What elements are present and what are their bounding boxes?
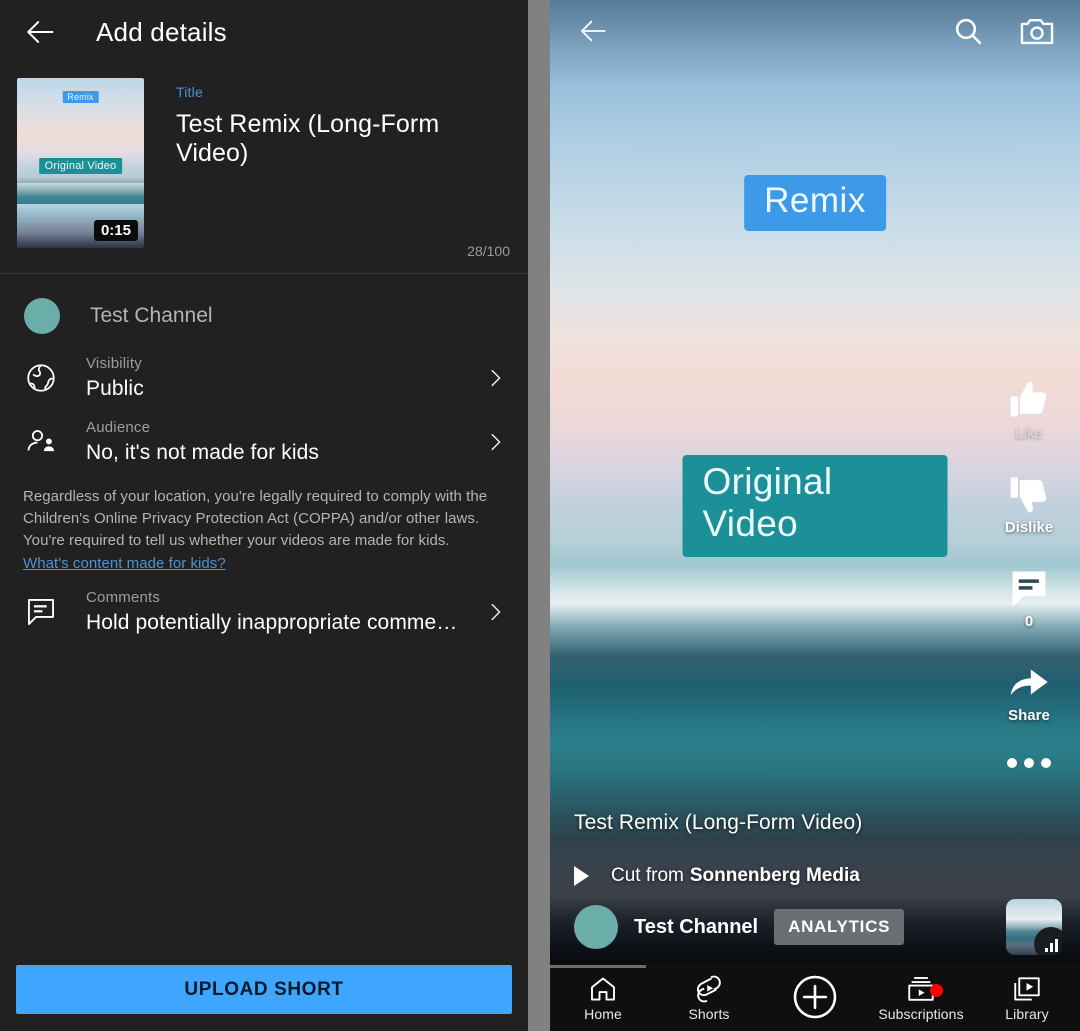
comments-button[interactable]: 0 (1007, 566, 1051, 630)
player-topbar (550, 0, 1080, 62)
video-thumbnail[interactable]: Remix Original Video 0:15 (17, 78, 144, 248)
setting-label: Audience (86, 419, 151, 436)
setting-label: Visibility (86, 355, 142, 372)
more-dots-icon (1007, 758, 1051, 768)
play-icon (574, 866, 589, 886)
chevron-right-icon[interactable] (484, 601, 506, 623)
analytics-bars-icon (1034, 927, 1062, 955)
coppa-disclaimer: Regardless of your location, you're lega… (0, 474, 528, 575)
dislike-label: Dislike (1004, 519, 1054, 536)
setting-text-visibility: Visibility Public (86, 355, 484, 401)
camera-icon[interactable] (1018, 12, 1056, 50)
cut-from-prefix: Cut from (611, 865, 684, 886)
more-options-button[interactable] (1007, 754, 1051, 768)
thumbnail-remix-badge: Remix (62, 91, 99, 103)
bottom-navigation: Home Shorts Subscriptions Library (550, 965, 1080, 1031)
add-details-panel: Add details Remix Original Video 0:15 Ti… (0, 0, 528, 1031)
title-input[interactable]: Test Remix (Long-Form Video) (176, 110, 510, 168)
overlay-remix-badge: Remix (744, 175, 886, 231)
setting-value: Hold potentially inappropriate comme… (86, 611, 458, 634)
nav-item-home[interactable]: Home (550, 974, 656, 1022)
dislike-button[interactable]: Dislike (1005, 472, 1053, 536)
title-section: Remix Original Video 0:15 Title Test Rem… (0, 64, 528, 269)
like-label: Like (1015, 425, 1043, 442)
mini-video-thumbnail[interactable] (1006, 899, 1062, 955)
analytics-button[interactable]: ANALYTICS (774, 909, 905, 945)
setting-row-audience[interactable]: Audience No, it's not made for kids (0, 410, 528, 474)
setting-value: No, it's not made for kids (86, 441, 320, 464)
nav-item-subscriptions[interactable]: Subscriptions (868, 974, 974, 1022)
share-icon (1007, 660, 1051, 704)
player-video-title: Test Remix (Long-Form Video) (574, 811, 863, 834)
nav-label: Shorts (688, 1006, 730, 1022)
nav-item-create[interactable] (762, 973, 868, 1023)
setting-label: Comments (86, 589, 161, 606)
back-arrow-icon[interactable] (578, 15, 610, 47)
comment-icon (24, 595, 58, 629)
setting-value: Public (86, 377, 144, 400)
avatar (24, 298, 60, 334)
thumbs-up-icon (1007, 378, 1051, 422)
comment-icon (1007, 566, 1051, 610)
coppa-link[interactable]: What's content made for kids? (23, 553, 504, 575)
globe-icon (24, 361, 58, 395)
player-channel-name: Test Channel (634, 915, 759, 938)
back-arrow-icon[interactable] (24, 15, 58, 49)
left-header: Add details (0, 0, 528, 64)
overlay-original-badge: Original Video (682, 455, 948, 557)
setting-row-comments[interactable]: Comments Hold potentially inappropriate … (0, 575, 528, 644)
shorts-icon (694, 974, 724, 1004)
chevron-right-icon[interactable] (484, 367, 506, 389)
title-char-counter: 28/100 (467, 243, 510, 259)
nav-label: Subscriptions (878, 1006, 964, 1022)
cut-from-source: Sonnenberg Media (689, 865, 860, 886)
like-button[interactable]: Like (1007, 378, 1051, 442)
share-label: Share (1008, 707, 1050, 724)
search-icon[interactable] (952, 15, 984, 47)
nav-label: Home (584, 1006, 622, 1022)
page-title: Add details (96, 16, 227, 47)
channel-row[interactable]: Test Channel (0, 274, 528, 346)
plus-circle-icon (791, 973, 839, 1021)
comment-count: 0 (1024, 613, 1034, 630)
avatar[interactable] (574, 905, 618, 949)
nav-item-shorts[interactable]: Shorts (656, 974, 762, 1022)
coppa-body: Regardless of your location, you're lega… (23, 488, 488, 549)
audience-people-icon (24, 425, 58, 459)
share-button[interactable]: Share (1007, 660, 1051, 724)
nav-label: Library (1005, 1006, 1049, 1022)
title-input-wrap[interactable]: Title Test Remix (Long-Form Video) 28/10… (144, 78, 510, 269)
channel-name: Test Channel (90, 304, 213, 327)
home-icon (588, 974, 618, 1004)
setting-text-comments: Comments Hold potentially inappropriate … (86, 589, 484, 635)
screenshot-root: Add details Remix Original Video 0:15 Ti… (0, 0, 1080, 1031)
setting-row-visibility[interactable]: Visibility Public (0, 346, 528, 410)
notification-badge (930, 984, 943, 997)
panel-divider (528, 0, 550, 1031)
cut-from-attribution[interactable]: Cut from Sonnenberg Media (574, 865, 860, 887)
thumbnail-duration: 0:15 (93, 220, 138, 241)
upload-short-button[interactable]: UPLOAD SHORT (16, 965, 512, 1014)
scroll-indicator (550, 965, 646, 968)
shorts-player-panel: Remix Original Video Like Dislike 0 Shar… (550, 0, 1080, 1031)
player-channel-bar: Test Channel ANALYTICS (550, 891, 1080, 963)
thumbnail-original-badge: Original Video (38, 158, 123, 174)
thumbs-down-icon (1007, 472, 1051, 516)
thumbnail-wave-highlight (17, 183, 144, 197)
title-label: Title (176, 84, 203, 100)
action-rail: Like Dislike 0 Share (986, 378, 1072, 798)
nav-item-library[interactable]: Library (974, 974, 1080, 1022)
setting-text-audience: Audience No, it's not made for kids (86, 419, 484, 465)
library-icon (1012, 974, 1042, 1004)
chevron-right-icon[interactable] (484, 431, 506, 453)
